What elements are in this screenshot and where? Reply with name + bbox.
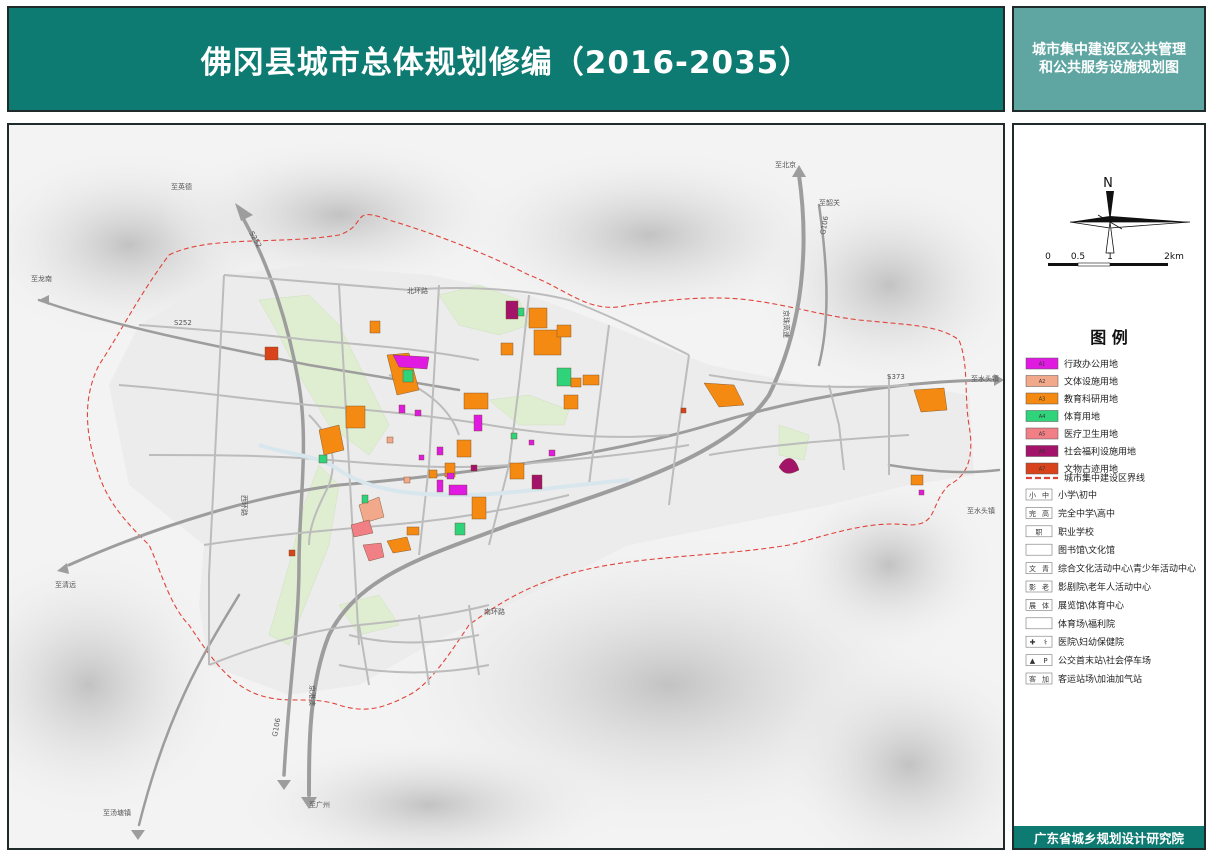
legend-facility-item: 文青综合文化活动中心\青少年活动中心	[1025, 562, 1196, 575]
label-zhi-beijing: 至北京	[775, 160, 796, 169]
facility-glyph-icon: 文	[1029, 564, 1036, 573]
legend-land-use-list: A1 行政办公用地 A2 文体设施用地 A3 教育科研用地 A4 体育用地 A5 医疗卫生用地 A6…	[1025, 357, 1136, 475]
legend-code: A7	[1039, 467, 1046, 473]
label-zhi-qingyuan: 至清远	[55, 580, 76, 589]
legend-facility-item: 体育场\福利院	[1025, 617, 1115, 630]
label-zhi-shuitouzhen-east: 至水头镇	[971, 374, 999, 383]
label-s252-west: S252	[174, 319, 192, 327]
legend-boundary-label: 城市集中建设区界线	[1064, 472, 1145, 484]
label-zhi-longnan: 至龙南	[31, 274, 52, 283]
legend-land-use-item: A5 医疗卫生用地	[1025, 427, 1118, 440]
label-zhi-yingde: 至英德	[171, 182, 192, 191]
facility-glyph-icon: 老	[1042, 583, 1049, 592]
institute-name: 广东省城乡规划设计研究院	[1014, 826, 1204, 848]
legend-label: 文体设施用地	[1064, 376, 1118, 388]
legend-facility-item: 影老影剧院\老年人活动中心	[1025, 580, 1151, 593]
facility-glyph-icon: 完	[1029, 509, 1036, 518]
legend-label: 医疗卫生用地	[1064, 428, 1118, 440]
label-zhi-shuitouzhen-southeast: 至水头镇	[967, 506, 995, 515]
legend-facility-item: ▲ P 公交首末站\社会停车场	[1025, 654, 1151, 667]
legend-facility-item: 图书馆\文化馆	[1025, 543, 1115, 556]
label-zhi-tangtangzhen: 至汤塘镇	[103, 808, 131, 817]
legend-facility-list: 小中小学\初中完高完全中学\高中职 职业学校图书馆\文化馆文青综合文化活动中心\青…	[1025, 488, 1196, 685]
facility-glyph-icon: 职	[1036, 528, 1043, 536]
label-zhi-shaoguan: 至韶关	[819, 198, 840, 207]
legend-code: A3	[1039, 397, 1046, 403]
legend-land-use-item: A2 文体设施用地	[1025, 375, 1118, 388]
label-s373: S373	[887, 373, 905, 381]
north-label: N	[1103, 176, 1113, 191]
facility-glyph-icon: 客	[1029, 675, 1036, 684]
facility-glyph-icon: 体	[1042, 601, 1049, 610]
legend-code: A1	[1039, 362, 1046, 368]
facility-glyph-icon: 小	[1029, 491, 1036, 500]
scale-bar: 0 0.5 1 2km	[1045, 252, 1184, 267]
legend-label: 影剧院\老年人活动中心	[1058, 581, 1151, 593]
map-panel[interactable]: 至英德 至龙南 至北京 至韶关 至水头镇 至水头镇 至清远 至汤塘镇 至广州 S…	[7, 123, 1005, 850]
label-xihuan-road: 西环路	[240, 495, 249, 516]
legend-label: 公交首末站\社会停车场	[1058, 655, 1151, 667]
legend-label: 社会福利设施用地	[1064, 446, 1136, 458]
legend-label: 小学\初中	[1058, 489, 1097, 501]
legend-land-use-item: A6 社会福利设施用地	[1025, 445, 1136, 458]
scale-tick-2km: 2km	[1164, 252, 1184, 262]
facility-glyph-icon: 展	[1029, 602, 1036, 610]
label-zhi-guangzhou: 至广州	[309, 800, 330, 809]
label-jinggangao-expressway: 京港澳	[308, 685, 317, 706]
facility-symbol-icon	[1025, 543, 1053, 556]
facility-glyph-icon: ✚	[1030, 639, 1036, 647]
legend-label: 体育场\福利院	[1058, 618, 1115, 630]
legend-label: 客运站场\加油加气站	[1058, 673, 1142, 685]
facility-glyph-icon: P	[1043, 657, 1047, 665]
scale-tick-1: 1	[1107, 252, 1113, 262]
legend-canvas: N 0 0.5 1 2km 图 例 A1 行政办公用地 A2 文体设施用地 A3 教育科研…	[1025, 176, 1196, 685]
legend-label: 完全中学\高中	[1058, 507, 1115, 519]
legend-code: A5	[1039, 432, 1046, 438]
legend-land-use-item: A1 行政办公用地	[1025, 357, 1118, 370]
facility-glyph-icon: ▲	[1030, 657, 1036, 665]
facility-symbol-icon	[1025, 617, 1053, 630]
map-canvas[interactable]: 至英德 至龙南 至北京 至韶关 至水头镇 至水头镇 至清远 至汤塘镇 至广州 S…	[9, 125, 1003, 848]
legend-label: 体育用地	[1064, 411, 1100, 423]
legend-label: 医院\妇幼保健院	[1058, 636, 1124, 648]
legend-facility-item: 展体展览馆\体育中心	[1025, 599, 1124, 611]
legend-facility-item: ✚ ⚕ 医院\妇幼保健院	[1025, 635, 1124, 648]
scale-tick-0-5: 0.5	[1071, 252, 1085, 262]
facility-glyph-icon: 中	[1042, 491, 1049, 500]
legend-code: A4	[1039, 414, 1046, 420]
subtitle-line-2: 和公共服务设施规划图	[1039, 60, 1179, 76]
facility-glyph-icon: ⚕	[1044, 639, 1048, 647]
legend-code: A2	[1039, 379, 1046, 385]
legend-facility-item: 职 职业学校	[1025, 525, 1094, 538]
title-banner: 佛冈县城市总体规划修编（2016-2035）	[7, 6, 1005, 112]
legend-land-use-item: A4 体育用地	[1025, 410, 1100, 423]
legend-code: A6	[1039, 449, 1046, 455]
legend-label: 综合文化活动中心\青少年活动中心	[1058, 563, 1196, 575]
facility-glyph-icon: 高	[1042, 509, 1049, 518]
label-jingzhu-expressway: 京珠高速	[782, 310, 791, 338]
legend-title: 图 例	[1090, 328, 1128, 347]
map-subtitle: 城市集中建设区公共管理 和公共服务设施规划图	[1012, 6, 1206, 112]
facility-glyph-icon: 青	[1042, 564, 1049, 573]
legend-label: 图书馆\文化馆	[1058, 544, 1115, 556]
subtitle-line-1: 城市集中建设区公共管理	[1032, 42, 1186, 58]
map-title: 佛冈县城市总体规划修编（2016-2035）	[200, 44, 812, 81]
legend-panel: N 0 0.5 1 2km 图 例 A1 行政办公用地 A2 文体设施用地 A3 教育科研…	[1012, 123, 1206, 850]
legend-facility-item: 完高完全中学\高中	[1025, 507, 1115, 519]
facility-glyph-icon: 加	[1042, 675, 1049, 684]
legend-facility-item: 客加客运站场\加油加气站	[1025, 672, 1142, 685]
scale-tick-0: 0	[1045, 252, 1051, 262]
legend-land-use-item: A3 教育科研用地	[1025, 392, 1118, 405]
legend-label: 教育科研用地	[1064, 393, 1118, 405]
label-beihuan-road: 北环路	[407, 286, 428, 295]
legend-label: 行政办公用地	[1064, 358, 1118, 370]
north-arrow-icon: N	[1069, 176, 1191, 254]
legend-label: 展览馆\体育中心	[1058, 599, 1124, 611]
facility-glyph-icon: 影	[1029, 583, 1036, 592]
label-nanhuan-road: 南环路	[484, 607, 505, 616]
legend-label: 职业学校	[1058, 526, 1094, 538]
legend-facility-item: 小中小学\初中	[1025, 488, 1097, 501]
